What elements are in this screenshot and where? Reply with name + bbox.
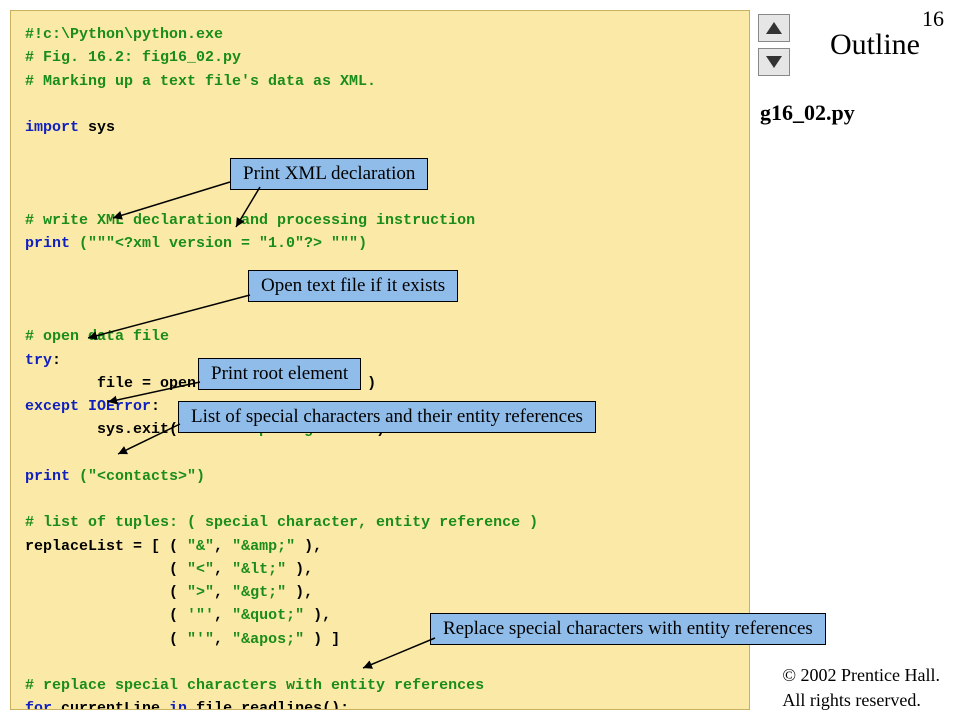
code-string: "'" [187, 631, 214, 648]
code-string: "&apos;" [232, 631, 304, 648]
code-text: ( [25, 561, 187, 578]
code-text: ), [286, 561, 313, 578]
slide: 16 Outline g16_02.py © 2002 Prentice Hal… [0, 0, 960, 720]
copyright-line-2: All rights reserved. [782, 690, 920, 710]
code-text: sys.exit( [25, 421, 187, 438]
code-keyword: import [25, 119, 79, 136]
chevron-up-icon [766, 22, 782, 34]
code-line: # write XML declaration and processing i… [25, 212, 475, 229]
copyright-notice: © 2002 Prentice Hall. All rights reserve… [782, 663, 940, 712]
code-keyword: try [25, 352, 52, 369]
code-text: ), [286, 584, 313, 601]
code-text: ( [25, 584, 187, 601]
code-string: ("<contacts>") [70, 468, 205, 485]
code-text: ), [304, 607, 331, 624]
code-string: "&quot;" [232, 607, 304, 624]
code-text: ( [25, 607, 187, 624]
code-string: ">" [187, 584, 214, 601]
code-line: # list of tuples: ( special character, e… [25, 514, 538, 531]
code-text: , [214, 538, 232, 555]
code-text: , [214, 584, 232, 601]
code-keyword: print [25, 468, 70, 485]
code-text: currentLine [52, 700, 169, 710]
code-line: # replace special characters with entity… [25, 677, 484, 694]
code-string: "&lt;" [232, 561, 286, 578]
code-string: '"' [187, 607, 214, 624]
code-text: : [151, 398, 160, 415]
callout-special-chars-list: List of special characters and their ent… [178, 401, 596, 433]
code-string: "<" [187, 561, 214, 578]
code-text: , [214, 631, 232, 648]
page-number: 16 [922, 6, 944, 32]
code-keyword: for [25, 700, 52, 710]
source-filename: g16_02.py [760, 100, 855, 126]
code-text: , [214, 561, 232, 578]
code-text: ( [25, 631, 187, 648]
code-text: file.readlines(): [187, 700, 349, 710]
code-text: IOError [79, 398, 151, 415]
code-line: # open data file [25, 328, 169, 345]
code-text: file = open( [25, 375, 214, 392]
nav-down-button[interactable] [758, 48, 790, 76]
code-text: ), [295, 538, 322, 555]
code-text: : [52, 352, 61, 369]
callout-root-element: Print root element [198, 358, 361, 390]
code-keyword: except [25, 398, 79, 415]
outline-heading: Outline [830, 28, 920, 62]
code-line: #!c:\Python\python.exe [25, 26, 223, 43]
code-text: replaceList = [ ( [25, 538, 187, 555]
code-string: "&gt;" [232, 584, 286, 601]
code-line: # Marking up a text file's data as XML. [25, 73, 376, 90]
code-keyword: print [25, 235, 70, 252]
code-keyword: in [169, 700, 187, 710]
code-block: #!c:\Python\python.exe # Fig. 16.2: fig1… [10, 10, 750, 710]
callout-open-file: Open text file if it exists [248, 270, 458, 302]
copyright-line-1: © 2002 Prentice Hall. [782, 665, 940, 685]
code-text: sys [79, 119, 115, 136]
code-text: , [214, 607, 232, 624]
code-line: # Fig. 16.2: fig16_02.py [25, 49, 241, 66]
code-text: ) ] [304, 631, 340, 648]
code-string: "&" [187, 538, 214, 555]
callout-print-xml: Print XML declaration [230, 158, 428, 190]
code-string: "&amp;" [232, 538, 295, 555]
code-string: ("""<?xml version = "1.0"?> """) [70, 235, 367, 252]
nav-up-button[interactable] [758, 14, 790, 42]
callout-replace-chars: Replace special characters with entity r… [430, 613, 826, 645]
chevron-down-icon [766, 56, 782, 68]
